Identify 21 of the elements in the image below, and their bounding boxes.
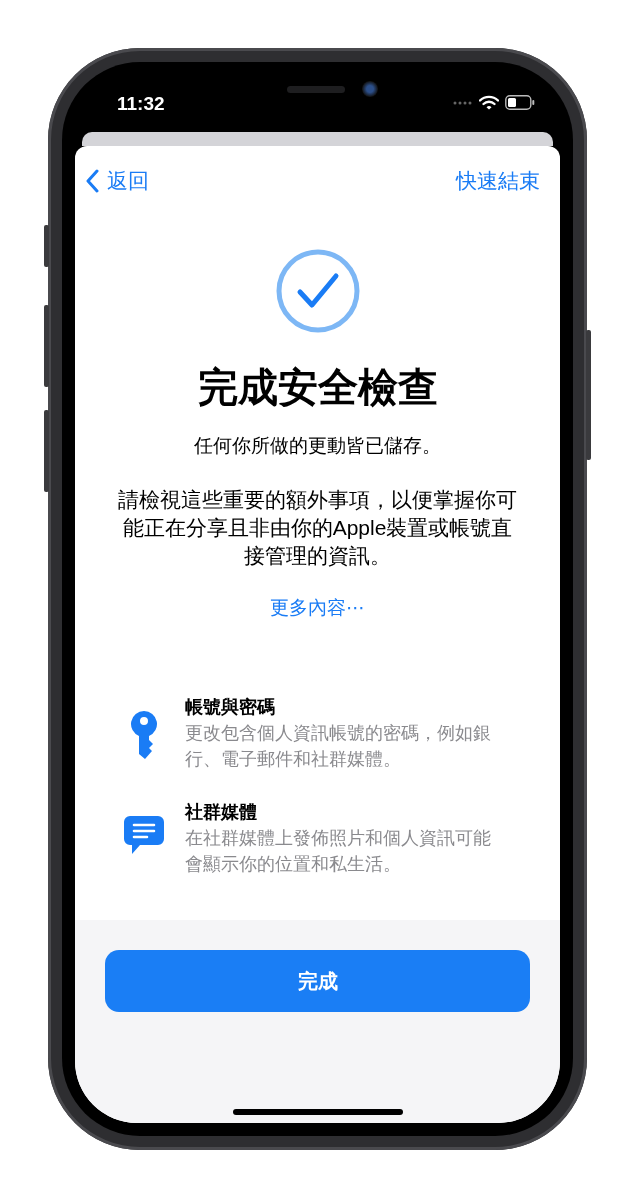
- status-time: 11:32: [117, 93, 165, 115]
- item-description: 在社群媒體上發佈照片和個人資訊可能會顯示你的位置和私生活。: [185, 827, 492, 876]
- checkmark-circle-icon: [274, 248, 361, 334]
- speaker-grille: [287, 86, 345, 93]
- subtitle-text: 任何你所做的更動皆已儲存。: [194, 434, 441, 458]
- message-icon: [123, 815, 165, 855]
- done-button[interactable]: 完成: [105, 950, 530, 1012]
- page-title: 完成安全檢查: [197, 364, 438, 411]
- body-text: 請檢視這些重要的額外事項，以便掌握你可能正在分享且非由你的Apple裝置或帳號直接管理的資訊。: [117, 487, 518, 569]
- quick-exit-button[interactable]: 快速結束: [456, 164, 540, 198]
- item-description: 更改包含個人資訊帳號的密碼，例如銀行、電子郵件和社群媒體。: [185, 722, 492, 771]
- wifi-icon: [479, 95, 499, 110]
- camera-icon: [362, 81, 378, 97]
- key-icon: [130, 710, 158, 760]
- back-button[interactable]: 返回: [85, 164, 149, 198]
- chevron-left-icon: [85, 169, 99, 193]
- item-title: 帳號與密碼: [185, 696, 276, 719]
- battery-icon: [505, 95, 535, 110]
- item-title: 社群媒體: [185, 801, 258, 824]
- signal-dots-icon: [453, 100, 473, 105]
- more-link[interactable]: 更多內容⋯: [270, 594, 365, 622]
